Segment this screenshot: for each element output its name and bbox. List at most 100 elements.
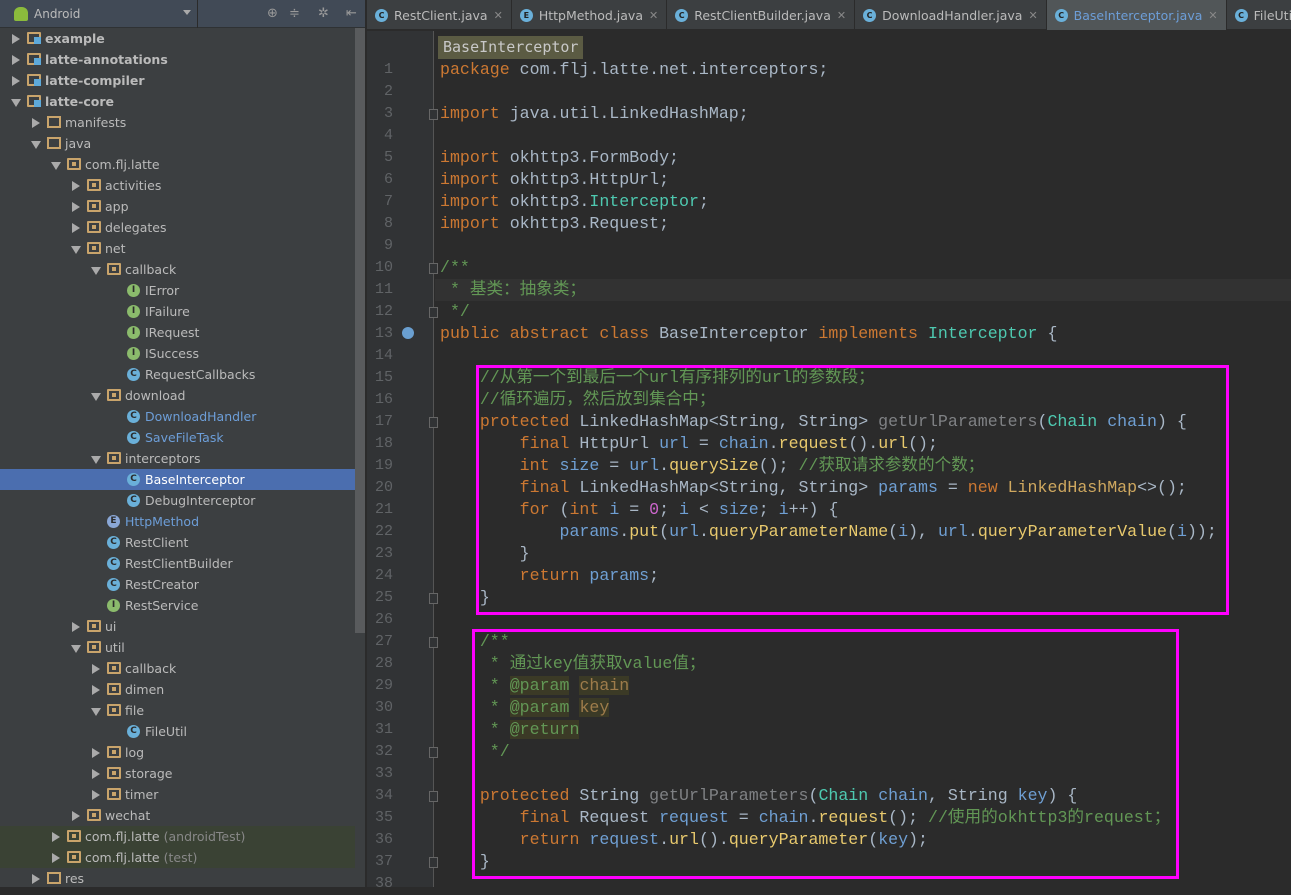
tree-item[interactable]: latte-annotations (0, 49, 355, 70)
fold-marker-icon[interactable] (429, 307, 438, 318)
tree-item[interactable]: download (0, 385, 355, 406)
breadcrumb[interactable]: BaseInterceptor (438, 36, 584, 59)
hide-panel-icon[interactable]: ⇤ (346, 6, 357, 21)
code-editor[interactable]: 1 2 3 4 5 6 7 8 9 10 11 12 13 14 15 16 17 18 19 20 21 22 23 24 2… (367, 31, 1291, 892)
fold-marker-icon[interactable] (429, 593, 438, 604)
tree-item[interactable]: ui (0, 616, 355, 637)
tree-item[interactable]: wechat (0, 805, 355, 826)
fold-marker-icon[interactable] (429, 109, 438, 120)
tree-item-label: app (105, 199, 129, 214)
fold-marker-icon[interactable] (429, 857, 438, 868)
collapse-all-icon[interactable]: ≑ (289, 6, 300, 21)
expanded-arrow-icon[interactable] (71, 644, 81, 653)
editor-tab[interactable]: C DownloadHandler.java ✕ (855, 0, 1047, 30)
expanded-arrow-icon[interactable] (91, 455, 101, 464)
locate-icon[interactable]: ⊕ (267, 6, 278, 21)
expanded-arrow-icon[interactable] (91, 707, 101, 716)
fold-marker-icon[interactable] (429, 747, 438, 758)
tree-item[interactable]: com.flj.latte (0, 154, 355, 175)
tree-item[interactable]: C SaveFileTask (0, 427, 355, 448)
collapsed-arrow-icon[interactable] (72, 222, 80, 233)
gear-icon[interactable]: ✲ (318, 6, 329, 21)
collapsed-arrow-icon[interactable] (92, 789, 100, 800)
collapsed-arrow-icon[interactable] (72, 621, 80, 632)
tree-item[interactable]: I IFailure (0, 301, 355, 322)
interface-icon: I (127, 347, 140, 360)
tree-item[interactable]: storage (0, 763, 355, 784)
tree-item[interactable]: com.flj.latte (androidTest) (0, 826, 355, 847)
tree-item[interactable]: C RequestCallbacks (0, 364, 355, 385)
tree-item[interactable]: interceptors (0, 448, 355, 469)
line-number: 23 (374, 545, 393, 562)
expanded-arrow-icon[interactable] (91, 392, 101, 401)
tree-item[interactable]: timer (0, 784, 355, 805)
tree-scrollbar[interactable] (355, 28, 365, 633)
close-icon[interactable]: ✕ (1028, 9, 1037, 22)
collapsed-arrow-icon[interactable] (52, 852, 60, 863)
collapsed-arrow-icon[interactable] (12, 54, 20, 65)
tree-item[interactable]: delegates (0, 217, 355, 238)
collapsed-arrow-icon[interactable] (12, 33, 20, 44)
tree-item[interactable]: C RestClient (0, 532, 355, 553)
tree-item[interactable]: C DownloadHandler (0, 406, 355, 427)
tree-item[interactable]: util (0, 637, 355, 658)
tree-item[interactable]: C RestClientBuilder (0, 553, 355, 574)
fold-marker-icon[interactable] (429, 791, 438, 802)
tree-item[interactable]: I RestService (0, 595, 355, 616)
tree-item[interactable]: manifests (0, 112, 355, 133)
fold-marker-icon[interactable] (429, 263, 438, 274)
tree-item[interactable]: file (0, 700, 355, 721)
tree-item[interactable]: res (0, 868, 355, 889)
project-view-selector[interactable]: Android (34, 7, 80, 21)
tree-item[interactable]: latte-core (0, 91, 355, 112)
tree-item[interactable]: com.flj.latte (test) (0, 847, 355, 868)
editor-tab[interactable]: E HttpMethod.java ✕ (512, 0, 668, 30)
tree-item[interactable]: net (0, 238, 355, 259)
collapsed-arrow-icon[interactable] (32, 873, 40, 884)
collapsed-arrow-icon[interactable] (52, 831, 60, 842)
expanded-arrow-icon[interactable] (71, 245, 81, 254)
close-icon[interactable]: ✕ (494, 9, 503, 22)
editor-tab[interactable]: C RestClient.java ✕ (367, 0, 512, 30)
collapsed-arrow-icon[interactable] (92, 663, 100, 674)
tree-item[interactable]: I IRequest (0, 322, 355, 343)
tree-item[interactable]: I ISuccess (0, 343, 355, 364)
close-icon[interactable]: ✕ (1208, 9, 1217, 22)
collapsed-arrow-icon[interactable] (92, 768, 100, 779)
editor-tab[interactable]: C RestClientBuilder.java ✕ (667, 0, 856, 30)
tree-item[interactable]: callback (0, 259, 355, 280)
tree-item[interactable]: C DebugInterceptor (0, 490, 355, 511)
tree-item[interactable]: latte-compiler (0, 70, 355, 91)
tree-item[interactable]: E HttpMethod (0, 511, 355, 532)
tree-item[interactable]: C FileUtil (0, 721, 355, 742)
close-icon[interactable]: ✕ (837, 9, 846, 22)
collapsed-arrow-icon[interactable] (72, 180, 80, 191)
tree-item[interactable]: I IError (0, 280, 355, 301)
tree-item[interactable]: callback (0, 658, 355, 679)
tree-item[interactable]: log (0, 742, 355, 763)
close-icon[interactable]: ✕ (649, 9, 658, 22)
expanded-arrow-icon[interactable] (31, 140, 41, 149)
expanded-arrow-icon[interactable] (51, 161, 61, 170)
expanded-arrow-icon[interactable] (91, 266, 101, 275)
expanded-arrow-icon[interactable] (11, 98, 21, 107)
tree-item[interactable]: C BaseInterceptor (0, 469, 355, 490)
collapsed-arrow-icon[interactable] (72, 201, 80, 212)
collapsed-arrow-icon[interactable] (12, 75, 20, 86)
chevron-down-icon[interactable] (183, 10, 191, 19)
collapsed-arrow-icon[interactable] (72, 810, 80, 821)
tree-item[interactable]: example (0, 28, 355, 49)
editor-tab[interactable]: C BaseInterceptor.java ✕ (1046, 0, 1227, 30)
tree-item[interactable]: dimen (0, 679, 355, 700)
collapsed-arrow-icon[interactable] (92, 684, 100, 695)
fold-marker-icon[interactable] (429, 637, 438, 648)
fold-marker-icon[interactable] (429, 417, 438, 428)
implements-gutter-icon[interactable] (402, 327, 414, 339)
tree-item[interactable]: activities (0, 175, 355, 196)
editor-tab[interactable]: CFileUtil.java✕ (1227, 0, 1291, 30)
collapsed-arrow-icon[interactable] (32, 117, 40, 128)
collapsed-arrow-icon[interactable] (92, 747, 100, 758)
tree-item[interactable]: C RestCreator (0, 574, 355, 595)
tree-item[interactable]: java (0, 133, 355, 154)
tree-item[interactable]: app (0, 196, 355, 217)
